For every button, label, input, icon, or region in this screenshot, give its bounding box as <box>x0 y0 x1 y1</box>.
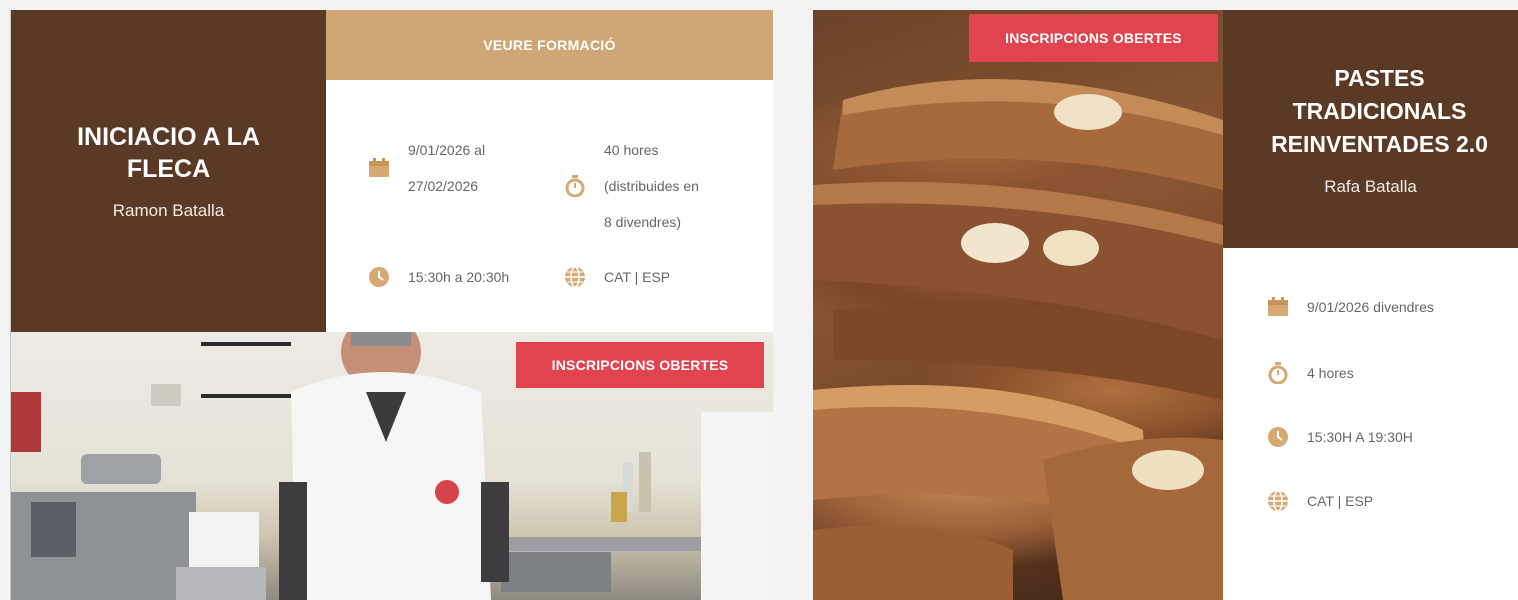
schedule-text: 15:30h a 20:30h <box>408 269 510 285</box>
course-photo-pastries: INSCRIPCIONS OBERTES <box>813 10 1223 600</box>
course-language: CAT | ESP <box>564 266 670 288</box>
course-header-panel: INICIACIO A LA FLECA Ramon Batalla <box>11 10 326 332</box>
clock-icon <box>368 266 390 288</box>
language-text: CAT | ESP <box>604 269 671 285</box>
globe-icon <box>564 266 586 288</box>
course-info-panel: 9/01/2026 al 27/02/2026 40 hores (distri… <box>326 80 773 332</box>
course-language: CAT | ESP <box>1267 490 1373 512</box>
course-card-iniciacio[interactable]: INICIACIO A LA FLECA Ramon Batalla VEURE… <box>10 10 773 600</box>
course-schedule: 15:30H A 19:30H <box>1267 426 1413 448</box>
course-duration: 40 hores (distribuides en 8 divendres) <box>564 132 699 240</box>
course-dates: 9/01/2026 divendres <box>1267 296 1434 318</box>
registration-open-badge[interactable]: INSCRIPCIONS OBERTES <box>969 14 1218 62</box>
teacher-name: Ramon Batalla <box>112 201 225 220</box>
calendar-icon <box>368 157 390 179</box>
language-text: CAT | ESP <box>1307 493 1374 509</box>
calendar-icon <box>1267 296 1289 318</box>
registration-open-badge[interactable]: INSCRIPCIONS OBERTES <box>516 342 764 388</box>
course-card-pastes[interactable]: INSCRIPCIONS OBERTES PASTES TRADICIONALS… <box>813 10 1518 600</box>
title-line-1: PASTES <box>1334 64 1425 91</box>
schedule-text: 15:30H A 19:30H <box>1307 429 1413 445</box>
globe-icon <box>1267 490 1289 512</box>
date-start: 9/01/2026 al <box>408 142 486 158</box>
duration-line-3: 8 divendres) <box>604 214 682 230</box>
course-title: PASTES TRADICIONALS REINVENTADES 2.0 <box>1271 62 1488 161</box>
course-photo-baker: INSCRIPCIONS OBERTES <box>11 332 773 600</box>
course-dates: 9/01/2026 al 27/02/2026 <box>368 132 485 204</box>
duration-line-1: 40 hores <box>604 142 659 158</box>
course-header-panel: PASTES TRADICIONALS REINVENTADES 2.0 Raf… <box>1223 10 1518 248</box>
course-title: INICIACIO A LA FLECA <box>77 123 260 183</box>
date-end: 27/02/2026 <box>408 178 479 194</box>
course-duration: 4 hores <box>1267 362 1354 384</box>
stopwatch-icon <box>564 175 586 197</box>
title-line-2: TRADICIONALS <box>1292 97 1467 124</box>
course-schedule: 15:30h a 20:30h <box>368 266 509 288</box>
dates-text: 9/01/2026 divendres <box>1307 299 1434 315</box>
clock-icon <box>1267 426 1289 448</box>
teacher-name: Rafa Batalla <box>1324 176 1417 196</box>
pastries-scene <box>813 79 1223 600</box>
duration-text: 4 hores <box>1307 365 1354 381</box>
title-line-3: REINVENTADES 2.0 <box>1271 130 1488 157</box>
stopwatch-icon <box>1267 362 1289 384</box>
course-info-panel: 9/01/2026 divendres 4 hores 15:30H A 19:… <box>1223 248 1518 600</box>
duration-line-2: (distribuides en <box>604 178 699 194</box>
view-course-button[interactable]: VEURE FORMACIÓ <box>326 10 773 80</box>
